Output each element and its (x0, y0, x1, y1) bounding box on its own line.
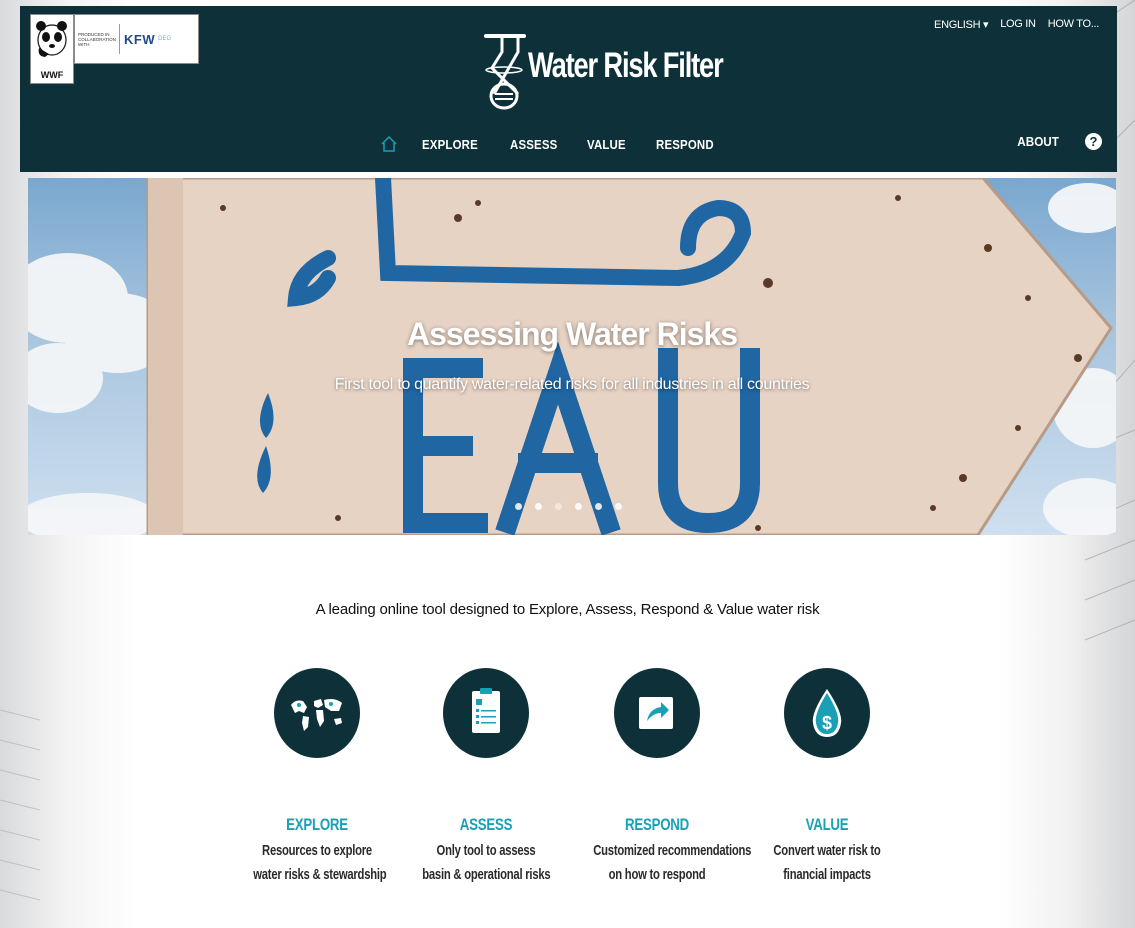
feature-assess[interactable]: ASSESS Only tool to assess basin & opera… (401, 668, 571, 887)
feature-desc-line: Only tool to assess (436, 842, 536, 859)
top-links: ENGLISH ▾ LOG IN HOW TO... (934, 18, 1099, 31)
panda-icon (36, 21, 67, 57)
feature-circle (614, 668, 700, 758)
feature-desc-line: basin & operational risks (422, 866, 551, 883)
svg-text:$: $ (822, 713, 832, 733)
carousel-dot[interactable] (535, 503, 542, 510)
feature-description: Only tool to assess basin & operational … (422, 839, 550, 887)
wwf-label: WWF (40, 70, 64, 80)
feature-title: ASSESS (459, 815, 513, 834)
money-drop-icon: $ (812, 689, 842, 737)
nav-value[interactable]: VALUE (587, 137, 626, 152)
carousel-dot[interactable] (575, 503, 582, 510)
wwf-logo: WWF (30, 14, 74, 84)
feature-circle (274, 668, 360, 758)
water-filter-icon (484, 34, 526, 110)
hero-title: Assessing Water Risks (407, 316, 738, 352)
feature-desc-line: Convert water risk to (773, 842, 881, 859)
feature-description: Resources to explore water risks & stewa… (253, 839, 387, 887)
home-icon[interactable] (380, 135, 398, 153)
carousel-dots (515, 503, 622, 510)
feature-desc-line: Customized recommendations (593, 842, 752, 859)
nav-about[interactable]: ABOUT (1017, 134, 1059, 149)
hero-image (28, 178, 1116, 535)
carousel-dot[interactable] (515, 503, 522, 510)
how-to-link[interactable]: HOW TO... (1048, 18, 1100, 31)
tagline: A leading online tool designed to Explor… (315, 601, 820, 618)
collab-text: PRODUCED IN COLLABORATION WITH (78, 31, 116, 47)
feature-value[interactable]: $ VALUE Convert water risk to financial … (742, 668, 912, 887)
partner-logo[interactable]: WWF PRODUCED IN COLLABORATION WITH KFW D… (29, 13, 199, 84)
carousel-dot-active[interactable] (555, 503, 562, 510)
clipboard-icon (472, 688, 500, 733)
divider (119, 24, 120, 54)
kfw-sub-label: DEG (158, 36, 172, 42)
share-arrow-icon (639, 697, 673, 729)
feature-title: VALUE (805, 815, 849, 834)
feature-description: Convert water risk to financial impacts (763, 839, 891, 887)
main-nav: EXPLORE ASSESS VALUE RESPOND ABOUT ? (20, 116, 1117, 172)
carousel-dot[interactable] (615, 503, 622, 510)
feature-desc-line: financial impacts (783, 866, 871, 883)
world-map-icon (291, 699, 342, 731)
collab-box: PRODUCED IN COLLABORATION WITH KFW DEG (74, 14, 199, 64)
feature-description: Customized recommendations on how to res… (593, 839, 752, 887)
feature-title: RESPOND (625, 815, 689, 834)
feature-explore[interactable]: EXPLORE Resources to explore water risks… (232, 668, 402, 887)
language-selector[interactable]: ENGLISH ▾ (934, 18, 988, 31)
feature-desc-line: on how to respond (608, 866, 706, 883)
hero-carousel: Assessing Water Risks First tool to quan… (28, 178, 1116, 535)
feature-desc-line: water risks & stewardship (253, 866, 387, 883)
background-pattern-left (0, 709, 40, 901)
nav-explore[interactable]: EXPLORE (422, 137, 478, 152)
kfw-label: KFW (124, 31, 156, 47)
feature-circle: $ (784, 668, 870, 758)
nav-respond[interactable]: RESPOND (656, 137, 714, 152)
nav-assess[interactable]: ASSESS (510, 137, 557, 152)
nav-items: EXPLORE ASSESS VALUE RESPOND (380, 116, 721, 172)
feature-respond[interactable]: RESPOND Customized recommendations on ho… (572, 668, 752, 887)
hero-subtitle: First tool to quantify water-related ris… (334, 376, 810, 393)
feature-circle (443, 668, 529, 758)
feature-title: EXPLORE (286, 815, 348, 834)
brand-title: Water Risk Filter (528, 46, 724, 85)
help-icon[interactable]: ? (1085, 133, 1102, 150)
carousel-dot[interactable] (595, 503, 602, 510)
brand-logo[interactable]: Water Risk Filter (482, 28, 724, 112)
login-link[interactable]: LOG IN (1000, 18, 1036, 31)
feature-desc-line: Resources to explore (262, 842, 372, 859)
